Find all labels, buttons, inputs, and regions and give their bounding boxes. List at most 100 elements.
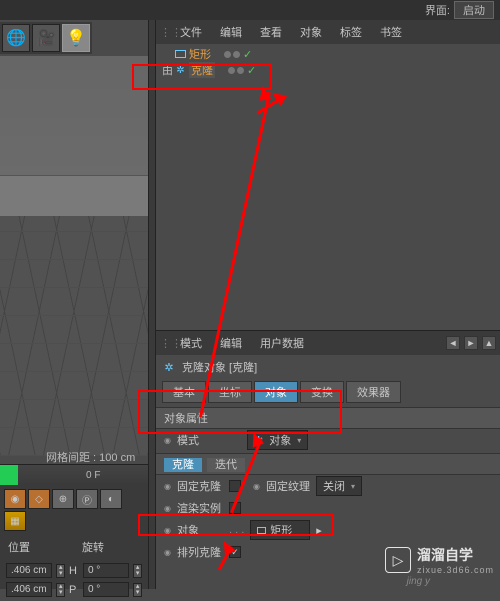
timeline-panel: 0 F ◉ ◇ ⊕ Ⓟ ◐ ▦ 位置 旋转 .406 cm ▴▾ H 0 ° ▴… [0,464,148,589]
top-bar: 界面: 启动 [0,0,500,20]
play-logo-icon: ▷ [385,547,411,573]
enable-check-icon[interactable]: ✓ [243,48,252,61]
rot-value[interactable]: 0 ° [83,582,129,597]
attr-title-text: 克隆对象 [克隆] [182,359,257,375]
position-header: 位置 [0,535,74,559]
nav-back-button[interactable]: ◄ [446,336,460,350]
menu-tags[interactable]: 标签 [332,22,370,42]
object-link-field[interactable]: 矩形 [250,520,310,540]
rotation-header: 旋转 [74,535,148,559]
timeline-buttons: ◉ ◇ ⊕ Ⓟ ◐ ▦ [0,485,148,535]
subtab-clone[interactable]: 克隆 [164,458,202,472]
rect-spline-icon [257,527,266,534]
rot-value[interactable]: 0 ° [83,563,129,578]
pos-value[interactable]: .406 cm [6,563,52,578]
tab-basic[interactable]: 基本 [162,381,206,403]
key-pos-button[interactable]: ⊕ [52,489,74,509]
layout-button[interactable]: 启动 [454,1,494,19]
group-object-props: 对象属性 [156,407,500,429]
field-renderinst: ◉ 渲染实例 [156,497,500,519]
tree-row-clone[interactable]: 由 ✲ 克隆 ✓ [158,62,498,78]
field-object-link: ◉ 对象 . . . 矩形 ▸ [156,519,500,541]
tree-item-label[interactable]: 矩形 [189,46,211,62]
panel-grip-icon[interactable]: ⋮⋮ [160,337,170,350]
grid-spacing-label: 网格间距 : 100 cm [46,449,135,465]
tab-effector[interactable]: 效果器 [346,381,401,403]
spinner[interactable]: ▴▾ [133,564,142,578]
spinner[interactable]: ▴▾ [56,564,65,578]
field-mode: ◉ 模式 ✲ 对象 ▾ [156,429,500,451]
render-button[interactable]: ▦ [4,511,26,531]
frame-readout: 0 F [86,470,100,481]
chevron-down-icon: ▾ [297,436,301,445]
tree-row-rect[interactable]: 矩形 ✓ [158,46,498,62]
expander-icon[interactable]: 由 [162,62,172,78]
menu-bookmarks[interactable]: 书签 [372,22,410,42]
arrange-checkbox[interactable] [229,546,241,558]
tab-object[interactable]: 对象 [254,381,298,403]
autokey-button[interactable]: ◇ [28,489,50,509]
sub-tab-row: 克隆 迭代 [156,453,500,475]
spinner[interactable]: ▴▾ [133,583,142,597]
coord-row: .406 cm ▴▾ P 0 ° ▴▾ [0,580,148,599]
menu-object[interactable]: 对象 [292,22,330,42]
axis-label: H [69,565,79,577]
arrange-label: 排列克隆 [177,544,223,560]
coord-row: .406 cm ▴▾ H 0 ° ▴▾ [0,561,148,580]
bullet-icon: ◉ [164,436,171,445]
cloner-icon: ✲ [254,434,263,447]
viewport[interactable] [0,56,148,456]
attr-menu-mode[interactable]: 模式 [172,333,210,353]
attr-menu-userdata[interactable]: 用户数据 [252,333,312,353]
viewport-backdrop [0,56,148,176]
object-manager: ⋮⋮ 文件 编辑 查看 对象 标签 书签 矩形 ✓ 由 ✲ 克隆 ✓ [156,20,500,328]
spinner[interactable]: ▴▾ [56,583,65,597]
nav-fwd-button[interactable]: ► [464,336,478,350]
watermark-brand: 溜溜自学 [417,545,494,565]
pos-value[interactable]: .406 cm [6,582,52,597]
mode-label: 模式 [177,432,241,448]
key-rot-button[interactable]: Ⓟ [76,489,98,509]
fixtex-dropdown[interactable]: 关闭 ▾ [316,476,362,496]
watermark: ▷ 溜溜自学 zixue.3d66.com [385,545,494,575]
tree-item-label[interactable]: 克隆 [189,62,215,78]
attr-menubar: ⋮⋮ 模式 编辑 用户数据 ◄ ► ▲ [156,331,500,355]
axis-label: P [69,584,79,596]
tab-coord[interactable]: 坐标 [208,381,252,403]
subtab-iterate[interactable]: 迭代 [207,458,245,472]
object-manager-menubar: ⋮⋮ 文件 编辑 查看 对象 标签 书签 [156,20,500,44]
menu-file[interactable]: 文件 [172,22,210,42]
panel-splitter[interactable] [148,20,156,589]
cloner-icon: ✲ [175,65,186,76]
signature-text: jing y [407,576,430,587]
key-scale-button[interactable]: ◐ [100,489,122,509]
mode-dropdown[interactable]: ✲ 对象 ▾ [247,430,308,450]
fixclone-checkbox[interactable] [229,480,241,492]
menu-edit[interactable]: 编辑 [212,22,250,42]
timeline-ruler[interactable]: 0 F [0,465,148,485]
cloner-icon: ✲ [162,360,176,374]
layout-label: 界面: [425,2,450,18]
light-icon[interactable]: 💡 [62,24,90,52]
attr-menu-edit[interactable]: 编辑 [212,333,250,353]
enable-check-icon[interactable]: ✓ [247,64,256,77]
renderinst-checkbox[interactable] [229,502,241,514]
panel-grip-icon[interactable]: ⋮⋮ [160,26,170,39]
menu-view[interactable]: 查看 [252,22,290,42]
renderinst-label: 渲染实例 [177,500,223,516]
playhead-marker[interactable] [0,465,18,485]
attr-tabs: 基本 坐标 对象 变换 效果器 [156,379,500,405]
watermark-url: zixue.3d66.com [417,565,494,575]
fixclone-label: 固定克隆 [177,478,223,494]
objectlink-label: 对象 [177,522,223,538]
link-picker-button[interactable]: ▸ [316,524,322,537]
camera-icon[interactable]: 🎥 [32,24,60,52]
attr-object-title: ✲ 克隆对象 [克隆] [156,355,500,379]
nav-up-button[interactable]: ▲ [482,336,496,350]
object-tree[interactable]: 矩形 ✓ 由 ✲ 克隆 ✓ [156,44,500,80]
globe-icon[interactable]: 🌐 [2,24,30,52]
fixtex-label: 固定纹理 [266,478,310,494]
rect-spline-icon [175,50,186,58]
record-button[interactable]: ◉ [4,489,26,509]
tab-transform[interactable]: 变换 [300,381,344,403]
